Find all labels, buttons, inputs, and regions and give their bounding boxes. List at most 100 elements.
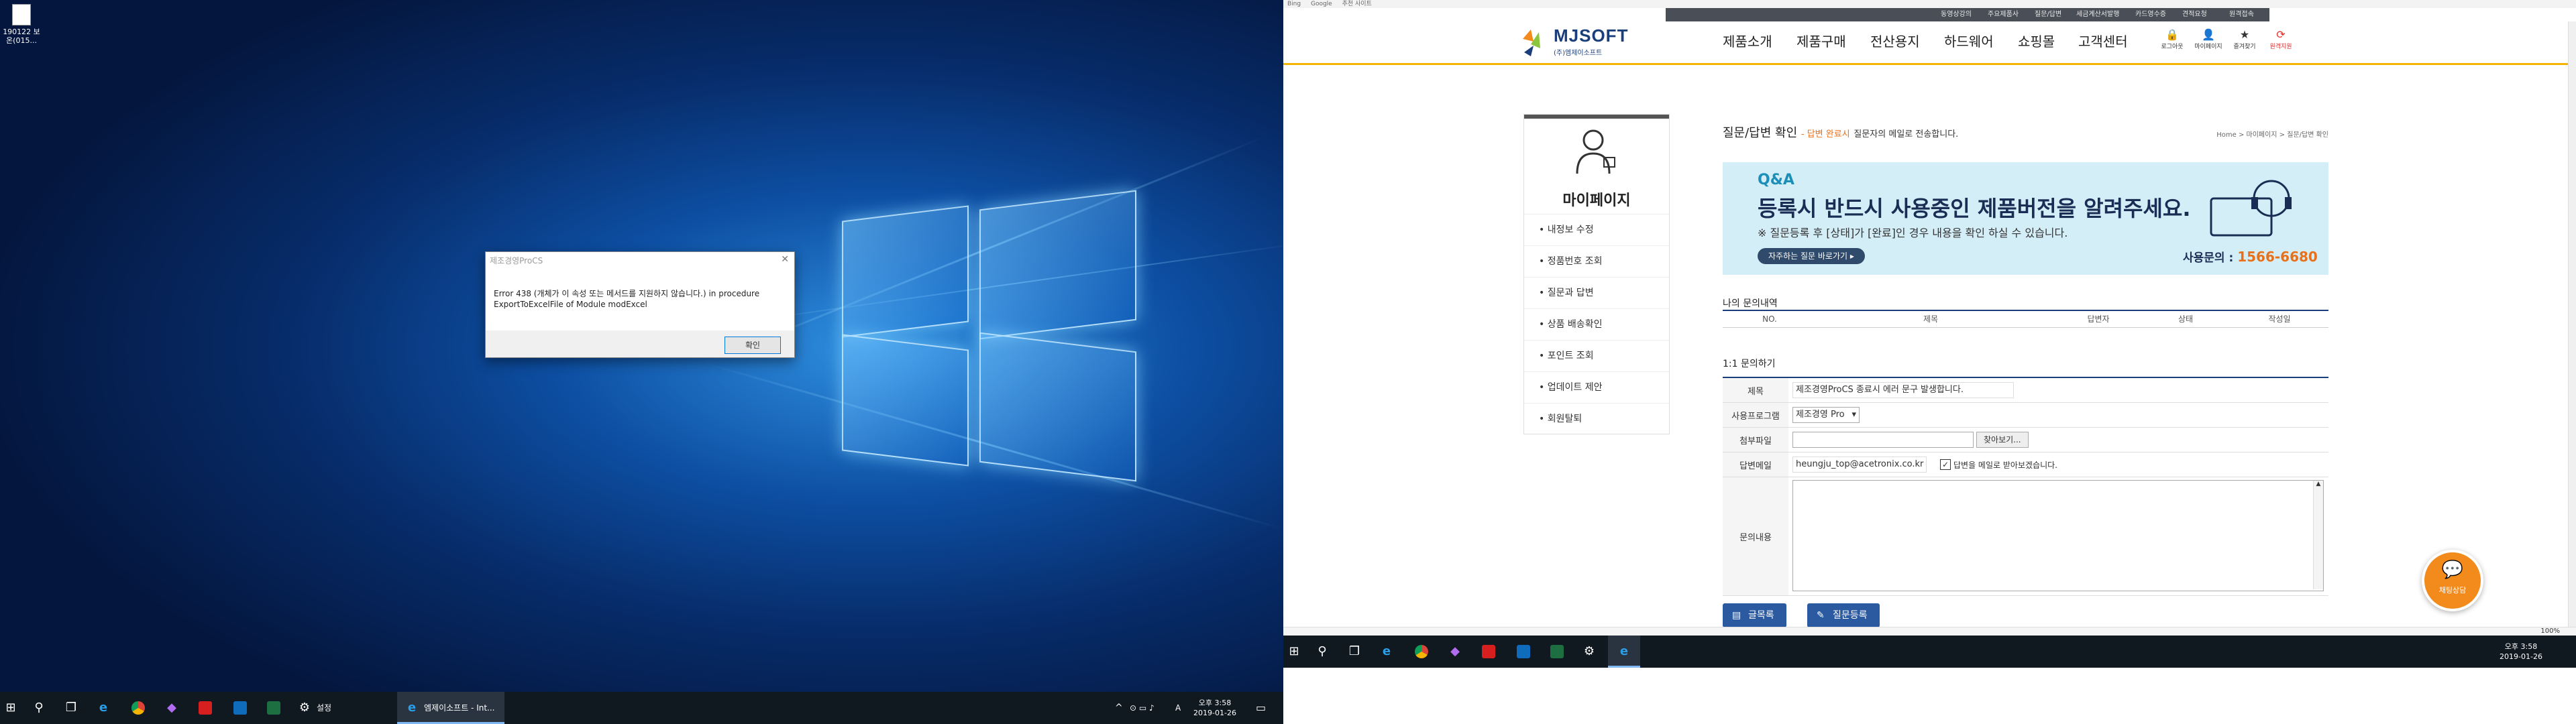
settings-task-label[interactable]: 설정 xyxy=(317,692,331,724)
page-scrollbar[interactable] xyxy=(2568,21,2576,627)
desktop-file-icon[interactable]: 190122 보온(015... xyxy=(0,0,43,45)
gnb-item[interactable]: 제품소개 xyxy=(1723,31,1772,50)
search-icon[interactable]: ⚲ xyxy=(1311,641,1333,662)
program-select-value: 제조경영 Pro xyxy=(1796,410,1845,420)
banner-qa: Q&A xyxy=(1758,172,1794,188)
tray-chevron-icon[interactable]: ^ xyxy=(1115,692,1123,724)
util-link[interactable]: 원격접속 xyxy=(2229,8,2254,21)
sidebar-item[interactable]: • 회원탈퇴 xyxy=(1524,403,1669,434)
desktop-left: 190122 보온(015... 제조경영ProCS ✕ Error 438 (… xyxy=(0,0,1283,724)
bookmark-item[interactable]: Google xyxy=(1311,1,1332,7)
clock[interactable]: 오후 3:58 2019-01-26 xyxy=(2491,642,2551,662)
util-link[interactable]: 카드영수증 xyxy=(2135,8,2166,21)
chrome-icon[interactable] xyxy=(1411,641,1432,662)
bookmark-item[interactable]: 추천 사이트 xyxy=(1342,1,1372,7)
submit-button[interactable]: ✎ 질문등록 xyxy=(1807,603,1880,627)
form-row-email: 답변메일 heungju_top@acetronix.co.kr ✓ 답변을 메… xyxy=(1723,452,2328,477)
sidebar-item[interactable]: • 질문과 답변 xyxy=(1524,277,1669,308)
gnb-item[interactable]: 고객센터 xyxy=(2078,31,2128,50)
acrobat-icon[interactable] xyxy=(1478,641,1499,662)
util-link[interactable]: 주요제품사 xyxy=(1988,8,2019,21)
phone-label: 사용문의 : xyxy=(2183,251,2234,265)
ime-indicator[interactable]: A xyxy=(1175,692,1181,724)
visual-studio-icon[interactable]: ◆ xyxy=(1444,641,1466,662)
form-row-subject: 제목 제조경영ProCS 종료시 에러 문구 발생합니다. xyxy=(1723,378,2328,403)
acrobat-icon[interactable] xyxy=(195,697,216,719)
excel-icon[interactable] xyxy=(263,697,284,719)
ie-task-button[interactable]: e 엠제이소프트 - Int... xyxy=(397,692,504,724)
chat-button[interactable]: 💬 채팅상담 xyxy=(2422,550,2483,611)
util-link[interactable]: 견적요청 xyxy=(2182,8,2207,21)
browser-status-bar: 100% xyxy=(1283,627,2576,636)
close-icon[interactable]: ✕ xyxy=(781,254,789,265)
settings-gear-icon[interactable]: ⚙ xyxy=(1578,641,1600,662)
outlook-icon[interactable] xyxy=(1513,641,1534,662)
edge-icon[interactable]: e xyxy=(93,697,114,719)
pencil-icon: ✎ xyxy=(1817,610,1825,621)
body-textarea[interactable]: ▲ xyxy=(1792,480,2324,591)
list-button[interactable]: ▤ 글목록 xyxy=(1723,603,1786,627)
notification-icon[interactable]: ▭ xyxy=(1256,692,1266,724)
form-value: 제조경영 Pro ▾ xyxy=(1792,403,2328,427)
textarea-scrollbar[interactable]: ▲ xyxy=(2313,481,2323,589)
gnb-item[interactable]: 전산용지 xyxy=(1870,31,1920,50)
remote-support-button[interactable]: ⟳ 원격지원 xyxy=(2264,28,2298,50)
gnb-item[interactable]: 하드웨어 xyxy=(1944,31,1994,50)
sidebar-item[interactable]: • 업데이트 제안 xyxy=(1524,371,1669,403)
site-logo[interactable]: MJSOFT (주)엠제이소프트 xyxy=(1521,21,1676,63)
error-dialog: 제조경영ProCS ✕ Error 438 (개체가 이 속성 또는 메서드를 … xyxy=(485,251,795,358)
search-icon[interactable]: ⚲ xyxy=(28,697,50,719)
bookmark-item[interactable]: Bing xyxy=(1287,1,1301,7)
body-label: 문의내용 xyxy=(1723,477,1788,595)
start-windows-icon[interactable]: ⊞ xyxy=(0,697,21,719)
below-screen-area xyxy=(1283,668,2576,724)
visual-studio-icon[interactable]: ◆ xyxy=(161,697,182,719)
util-link[interactable]: 동영상강의 xyxy=(1941,8,1972,21)
form-value: ▲ xyxy=(1792,477,2328,595)
sidebar: 마이페이지 • 내정보 수정 • 정품번호 조회 • 질문과 답변 • 상품 배… xyxy=(1523,114,1670,434)
breadcrumb[interactable]: Home > 마이페이지 > 질문/답변 확인 xyxy=(2216,129,2328,139)
mypage-button[interactable]: 👤 마이페이지 xyxy=(2192,28,2225,50)
start-windows-icon[interactable]: ⊞ xyxy=(1283,641,1305,662)
sidebar-item[interactable]: • 내정보 수정 xyxy=(1524,214,1669,245)
task-view-icon[interactable]: ❐ xyxy=(1344,641,1365,662)
email-check-label: 답변을 메일로 받아보겠습니다. xyxy=(1953,460,2057,470)
util-link[interactable]: 세금계산서발행 xyxy=(2076,8,2119,21)
sidebar-item-label: 질문과 답변 xyxy=(1547,288,1594,298)
browse-button[interactable]: 찾아보기... xyxy=(1976,432,2029,448)
user-icon: 👤 xyxy=(2202,28,2215,41)
gnb-item[interactable]: 쇼핑몰 xyxy=(2018,31,2055,50)
history-table-header: NO. 제목 답변자 상태 작성일 xyxy=(1723,310,2328,328)
outlook-icon[interactable] xyxy=(229,697,251,719)
excel-icon[interactable] xyxy=(1546,641,1568,662)
gnb-item[interactable]: 제품구매 xyxy=(1796,31,1846,50)
program-select[interactable]: 제조경영 Pro ▾ xyxy=(1792,407,1860,423)
logo-sub: (주)엠제이소프트 xyxy=(1554,50,1603,57)
sidebar-item[interactable]: • 상품 배송확인 xyxy=(1524,308,1669,340)
task-view-icon[interactable]: ❐ xyxy=(60,697,82,719)
submit-button-label: 질문등록 xyxy=(1833,610,1868,621)
util-link[interactable]: 질문/답변 xyxy=(2035,8,2061,21)
favorite-button[interactable]: ★ 즐겨찾기 xyxy=(2228,28,2261,50)
logout-button[interactable]: 🔒 로그아웃 xyxy=(2155,28,2189,50)
inquiry-title: 1:1 문의하기 xyxy=(1723,359,1776,369)
zoom-level[interactable]: 100% xyxy=(2540,627,2560,636)
email-checkbox[interactable]: ✓ xyxy=(1940,459,1951,470)
dialog-message-line: Error 438 (개체가 이 속성 또는 메서드를 지원하지 않습니다.) … xyxy=(494,289,760,298)
sidebar-item[interactable]: • 포인트 조회 xyxy=(1524,340,1669,371)
subject-input[interactable]: 제조경영ProCS 종료시 에러 문구 발생합니다. xyxy=(1792,382,2014,398)
chrome-icon[interactable] xyxy=(127,697,149,719)
settings-gear-icon[interactable]: ⚙ xyxy=(294,697,315,719)
edge-icon[interactable]: e xyxy=(1376,641,1397,662)
history-title: 나의 문의내역 xyxy=(1723,298,1778,309)
email-field[interactable]: heungju_top@acetronix.co.kr xyxy=(1792,457,1927,473)
ie-task-button[interactable]: e xyxy=(1608,636,1640,668)
tray-icons[interactable]: ⊙ ▭ ♪ xyxy=(1130,692,1155,724)
clock-date: 2019-01-26 xyxy=(1193,709,1236,717)
sidebar-item[interactable]: • 정품번호 조회 xyxy=(1524,245,1669,277)
clock[interactable]: 오후 3:58 2019-01-26 xyxy=(1185,698,1245,718)
faq-button[interactable]: 자주하는 질문 바로가기 ▸ xyxy=(1758,248,1865,264)
file-input[interactable] xyxy=(1792,432,1974,448)
inquiry-form: 제목 제조경영ProCS 종료시 에러 문구 발생합니다. 사용프로그램 제조경… xyxy=(1723,377,2328,596)
ok-button[interactable]: 확인 xyxy=(724,337,781,354)
